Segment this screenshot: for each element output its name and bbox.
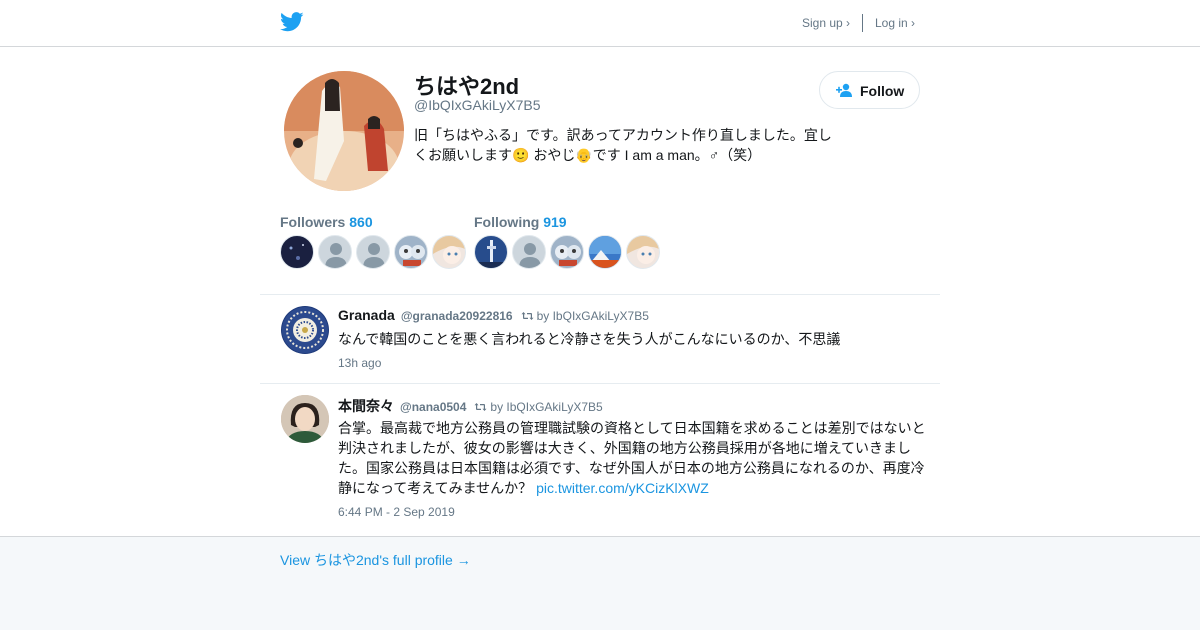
tweet-divider xyxy=(260,383,940,384)
follower-avatar[interactable] xyxy=(394,235,428,269)
followers-avatar-list xyxy=(280,235,470,269)
retweet-icon xyxy=(521,312,534,320)
twitter-bird-icon[interactable] xyxy=(280,11,304,33)
tweet-author-avatar[interactable] xyxy=(281,395,329,443)
follower-avatar[interactable] xyxy=(280,235,314,269)
retweet-icon xyxy=(474,403,487,411)
signup-link[interactable]: Sign up › xyxy=(802,16,850,30)
section-divider xyxy=(260,294,940,295)
top-bar: Sign up › Log in › xyxy=(0,0,1200,47)
tweet-header: 本間奈々 @nana0504 by IbQIxGAkiLyX7B5 xyxy=(338,396,603,416)
following-label: Following xyxy=(474,214,540,230)
profile-avatar[interactable] xyxy=(284,71,404,191)
follower-avatar[interactable] xyxy=(318,235,352,269)
profile-card: ちはや2nd @IbQIxGAkiLyX7B5 旧「ちはやふる」です。訳あってア… xyxy=(0,47,1200,537)
profile-bio: 旧「ちはやふる」です。訳あってアカウント作り直しました。宜しくお願いします🙂 お… xyxy=(414,127,832,163)
login-link[interactable]: Log in › xyxy=(875,16,915,30)
retweet-by-label: by IbQIxGAkiLyX7B5 xyxy=(536,309,649,323)
following-avatar[interactable] xyxy=(588,235,622,269)
tweet-timestamp[interactable]: 13h ago xyxy=(338,356,381,370)
tweet-author-avatar[interactable] xyxy=(281,306,329,354)
nav-divider xyxy=(862,14,863,32)
following-avatar[interactable] xyxy=(626,235,660,269)
follow-label: Follow xyxy=(860,83,905,99)
follower-avatar[interactable] xyxy=(356,235,390,269)
tweet-author-handle[interactable]: @nana0504 xyxy=(400,400,466,414)
following-count: 919 xyxy=(543,214,567,230)
tweet-author-name[interactable]: Granada xyxy=(338,307,395,323)
tweet-header: Granada @granada20922816 by IbQIxGAkiLyX… xyxy=(338,307,649,323)
followers-count: 860 xyxy=(349,214,373,230)
retweet-info: by IbQIxGAkiLyX7B5 xyxy=(472,400,603,414)
profile-handle: @IbQIxGAkiLyX7B5 xyxy=(414,97,541,113)
retweet-by-label: by IbQIxGAkiLyX7B5 xyxy=(490,400,603,414)
following-avatar[interactable] xyxy=(512,235,546,269)
following-avatar[interactable] xyxy=(474,235,508,269)
following-stat[interactable]: Following 919 xyxy=(474,214,567,230)
tweet-media-link[interactable]: pic.twitter.com/yKCizKlXWZ xyxy=(536,480,709,496)
retweet-info: by IbQIxGAkiLyX7B5 xyxy=(519,309,649,323)
following-avatar[interactable] xyxy=(550,235,584,269)
follower-avatar[interactable] xyxy=(432,235,466,269)
following-avatar-list xyxy=(474,235,664,269)
followers-label: Followers xyxy=(280,214,346,230)
view-full-profile-link[interactable]: View ちはや2nd's full profile → xyxy=(280,550,471,570)
tweet-author-handle[interactable]: @granada20922816 xyxy=(401,309,513,323)
followers-stat[interactable]: Followers 860 xyxy=(280,214,373,230)
tweet-text: 合掌。最高裁で地方公務員の管理職試験の資格として日本国籍を求めることは差別ではな… xyxy=(338,418,932,498)
tweet-author-name[interactable]: 本間奈々 xyxy=(338,396,394,416)
tweet-timestamp[interactable]: 6:44 PM - 2 Sep 2019 xyxy=(338,505,455,519)
add-person-icon xyxy=(836,83,854,97)
follow-button[interactable]: Follow xyxy=(819,71,920,109)
tweet-text: なんで韓国のことを悪く言われると冷静さを失う人がこんなにいるのか、不思議 xyxy=(338,331,841,347)
